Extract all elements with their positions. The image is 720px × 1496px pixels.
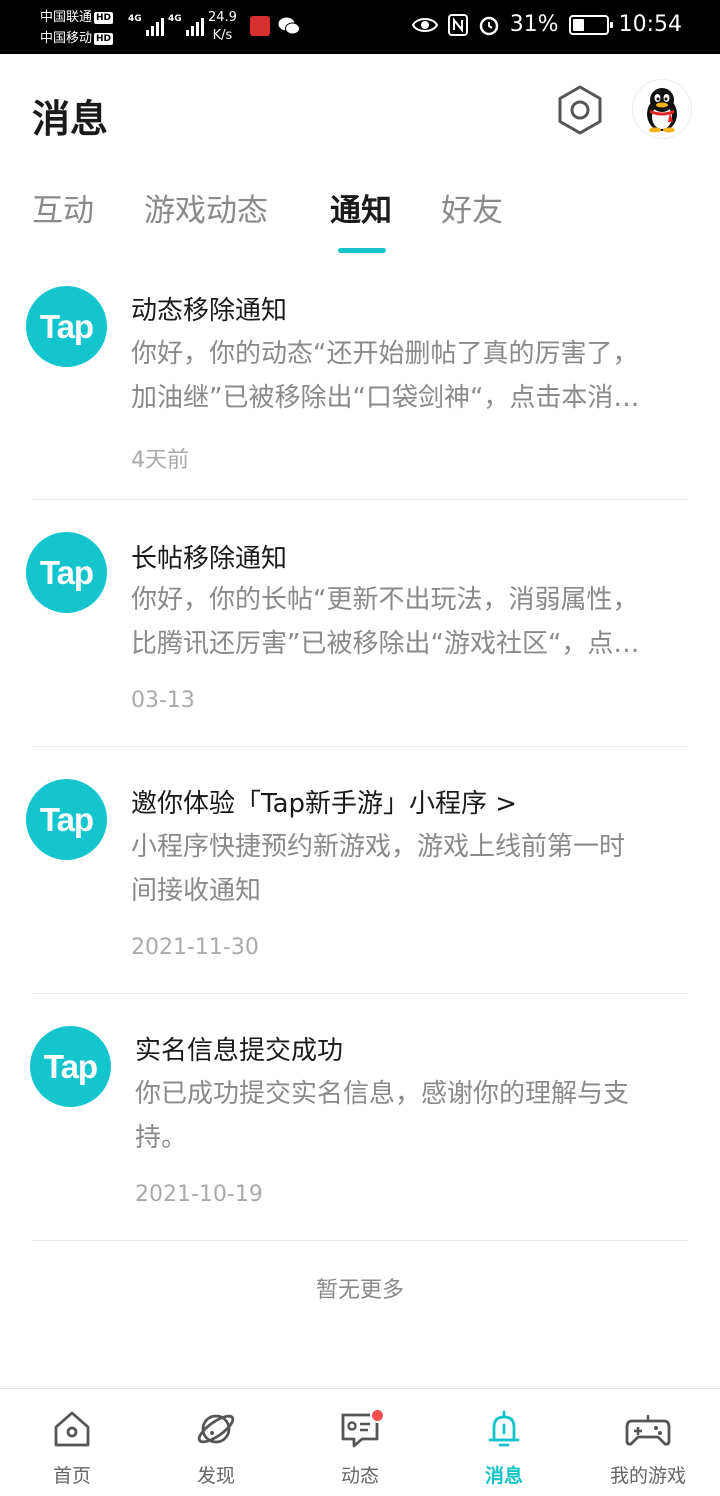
status-right: 31% 10:54 xyxy=(411,12,682,37)
nav-label: 我的游戏 xyxy=(609,1465,686,1487)
hd-badge: HD xyxy=(94,12,114,24)
status-bar: 中国联通 HD 中国移动 HD 4G 4G 24.9 K/s 31% 10:54 xyxy=(0,0,720,54)
notification-time: 2021-11-30 xyxy=(131,935,259,960)
notification-title: 长帖移除通知 xyxy=(131,544,288,574)
nav-label: 首页 xyxy=(52,1465,91,1487)
notification-body: 你好，你的长帖“更新不出玩法，消弱属性， 比腾讯还厉害”已被移除出“游戏社区“，… xyxy=(131,585,640,659)
signal-icon: 4G xyxy=(128,14,164,36)
bottom-nav: 首页 发现 动态 消息 我的游戏 xyxy=(0,1388,720,1496)
hd-badge: HD xyxy=(94,33,114,45)
alarm-icon xyxy=(479,16,498,35)
tap-logo-icon: Tap xyxy=(30,1026,111,1107)
unread-badge xyxy=(370,1408,385,1423)
avatar[interactable] xyxy=(633,80,691,138)
nfc-icon xyxy=(447,13,468,36)
nav-home[interactable]: 首页 xyxy=(0,1389,144,1496)
home-icon xyxy=(54,1411,90,1447)
nav-messages[interactable]: 消息 xyxy=(432,1389,576,1496)
tab-interaction[interactable]: 互动 xyxy=(32,188,94,234)
eye-icon xyxy=(411,17,438,32)
tap-logo-icon: Tap xyxy=(26,286,107,367)
notification-body: 你好，你的动态“还开始删帖了真的厉害了， 加油继”已被移除出“口袋剑神“，点击本… xyxy=(131,339,640,413)
page-title: 消息 xyxy=(32,97,109,141)
tab-bar: 互动 游戏动态 通知 好友 xyxy=(0,188,720,258)
clock: 10:54 xyxy=(618,12,682,37)
notification-title: 邀你体验「Tap新手游」小程序 > xyxy=(131,789,518,819)
carrier-2: 中国移动 xyxy=(40,31,93,46)
nav-label: 动态 xyxy=(340,1465,379,1487)
battery-icon xyxy=(568,14,613,35)
notification-title: 动态移除通知 xyxy=(131,296,288,326)
qq-penguin-icon xyxy=(647,88,677,133)
settings-icon[interactable] xyxy=(554,84,606,136)
signal-icon: 4G xyxy=(168,14,204,36)
nav-label: 消息 xyxy=(484,1465,523,1487)
nav-my-games[interactable]: 我的游戏 xyxy=(576,1389,720,1496)
notification-body: 小程序快捷预约新游戏，游戏上线前第一时 间接收通知 xyxy=(131,832,626,906)
nav-label: 发现 xyxy=(196,1465,235,1487)
nav-feed[interactable]: 动态 xyxy=(288,1389,432,1496)
tap-logo-icon: Tap xyxy=(26,779,107,860)
battery-percent: 31% xyxy=(509,12,559,37)
bell-icon xyxy=(488,1410,520,1447)
notification-title: 实名信息提交成功 xyxy=(135,1036,344,1066)
wechat-icon xyxy=(278,17,300,35)
tab-notifications[interactable]: 通知 xyxy=(330,188,392,234)
divider xyxy=(32,499,688,500)
notification-time: 2021-10-19 xyxy=(135,1182,263,1207)
carrier-info: 中国联通 HD 中国移动 HD xyxy=(40,7,114,49)
tab-indicator xyxy=(338,248,386,253)
notification-body: 你已成功提交实名信息，感谢你的理解与支 持。 xyxy=(135,1079,630,1153)
planet-icon xyxy=(197,1414,235,1444)
app-notification-icon xyxy=(250,16,270,36)
notification-time: 4天前 xyxy=(131,448,189,473)
divider xyxy=(32,993,688,994)
divider xyxy=(32,746,688,747)
tab-friends[interactable]: 好友 xyxy=(441,188,503,234)
page: 中国联通 HD 中国移动 HD 4G 4G 24.9 K/s 31% 10:54… xyxy=(0,0,720,1496)
notification-time: 03-13 xyxy=(131,688,195,713)
nav-discover[interactable]: 发现 xyxy=(144,1389,288,1496)
network-speed: 24.9 K/s xyxy=(208,10,237,43)
tab-game-updates[interactable]: 游戏动态 xyxy=(144,188,268,234)
carrier-1: 中国联通 xyxy=(40,10,93,25)
tap-logo-icon: Tap xyxy=(26,532,107,613)
no-more-text: 暂无更多 xyxy=(315,1278,404,1303)
gamepad-icon xyxy=(625,1415,671,1446)
divider xyxy=(32,1240,688,1241)
